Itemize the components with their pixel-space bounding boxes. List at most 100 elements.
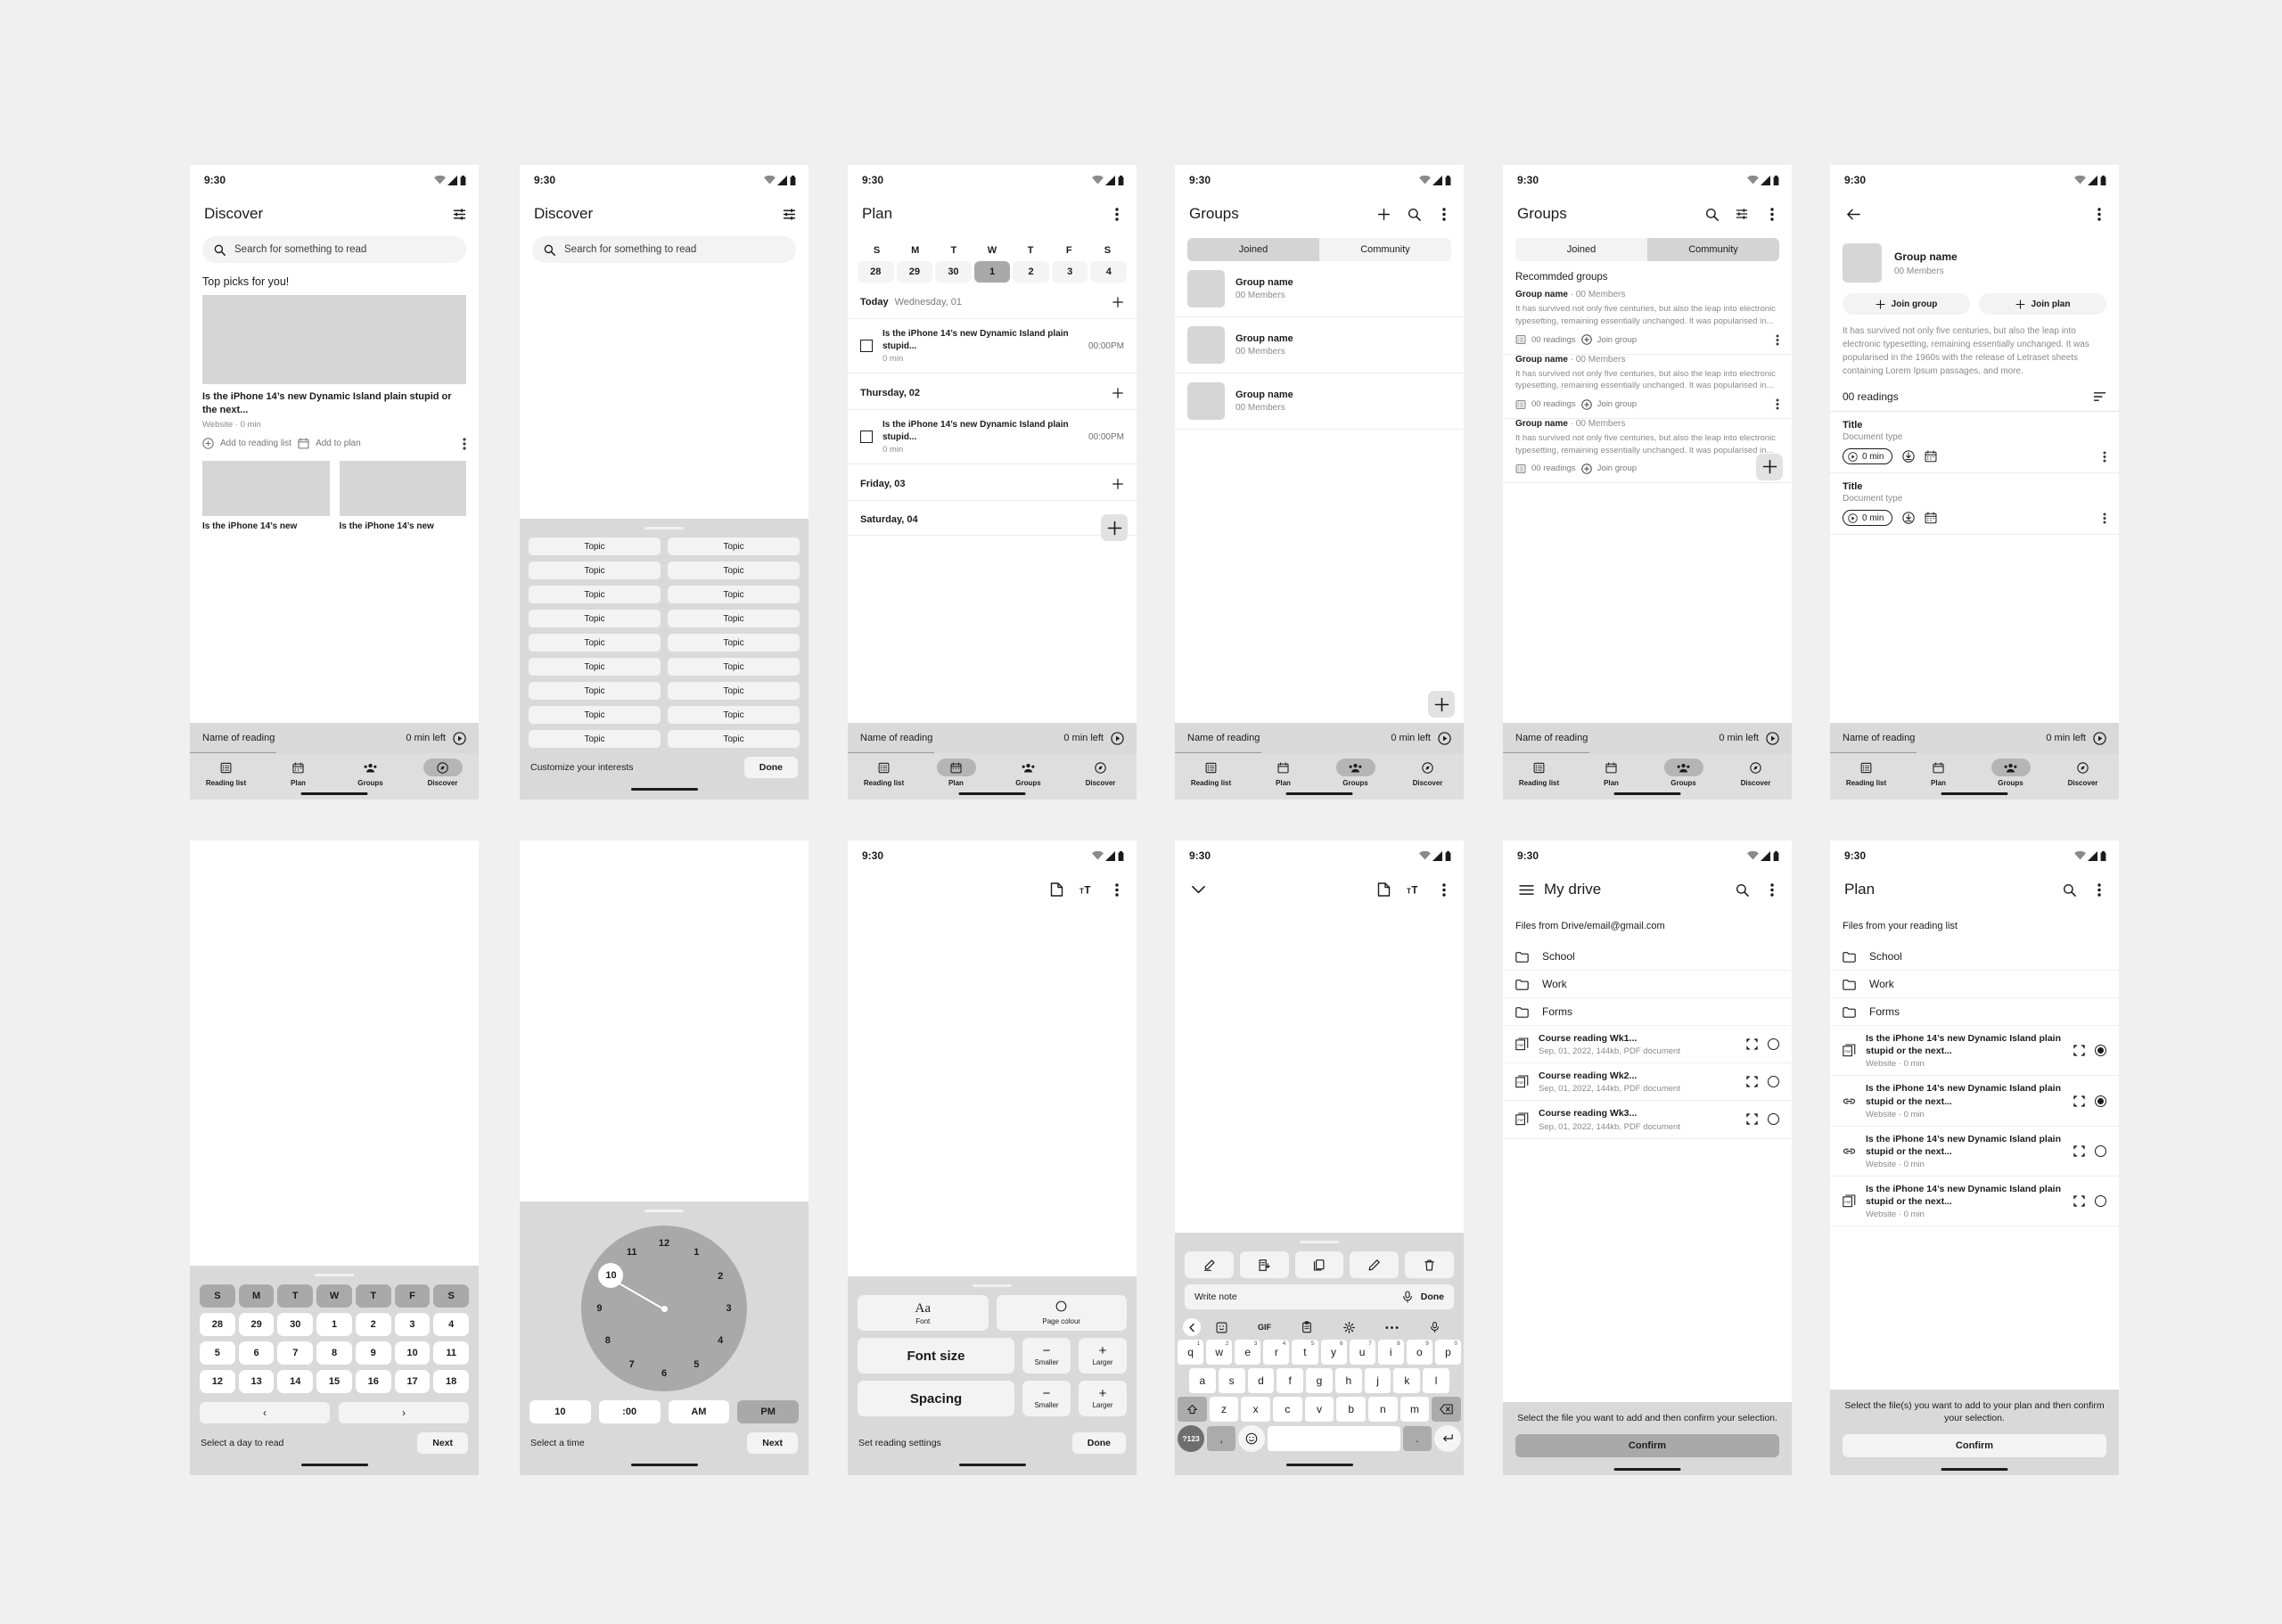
community-card[interactable]: Group name · 00 Members It has survived … [1503,290,1792,355]
file-row[interactable]: PDF Course reading Wk2... Sep, 01, 2022,… [1503,1063,1792,1102]
file-select-radio-selected[interactable] [2095,1045,2106,1057]
key[interactable]: b [1336,1397,1367,1422]
shift-key[interactable] [1177,1397,1207,1422]
document-icon[interactable] [1047,881,1065,898]
topic-chip[interactable]: Topic [529,562,661,579]
spacing-increase-button[interactable]: + Larger [1079,1381,1127,1416]
more-icon[interactable] [1371,1325,1414,1330]
clock-number[interactable]: 7 [629,1359,635,1370]
topic-chip[interactable]: Topic [668,730,800,748]
sidebar-item-groups[interactable]: Groups [992,759,1064,787]
sidebar-item-groups[interactable]: Groups [334,759,406,787]
expand-icon[interactable] [2073,1045,2085,1056]
back-arrow-icon[interactable] [1844,205,1862,223]
sidebar-item-plan[interactable]: Plan [1575,759,1647,787]
calendar-icon[interactable] [298,438,309,449]
mic-icon[interactable] [1413,1321,1456,1333]
expand-icon[interactable] [2073,1145,2085,1157]
reading-row[interactable]: Title Document type 0 min [1830,473,2119,535]
community-card[interactable]: Group name · 00 Members It has survived … [1503,355,1792,420]
clipboard-icon[interactable] [1285,1321,1328,1333]
date-cell[interactable]: 29 [238,1313,275,1336]
sticker-icon[interactable] [1201,1322,1244,1333]
add-circle-icon[interactable] [1580,334,1592,345]
key[interactable]: n [1368,1397,1398,1422]
tab-community[interactable]: Community [1319,238,1451,261]
key[interactable]: x [1241,1397,1270,1422]
sort-icon[interactable] [2093,391,2106,402]
sidebar-item-reading-list[interactable]: Reading list [1503,759,1575,787]
file-row[interactable]: Is the iPhone 14’s new Dynamic Island pl… [1830,1127,2119,1177]
topic-chip[interactable]: Topic [668,682,800,700]
clock-number[interactable]: 2 [718,1271,723,1282]
add-icon[interactable] [1112,296,1124,308]
font-button[interactable]: Aa Font [858,1295,989,1331]
file-row[interactable]: PDF Is the iPhone 14’s new Dynamic Islan… [1830,1026,2119,1077]
key[interactable]: 7u [1349,1340,1375,1365]
clock-number[interactable]: 9 [596,1303,602,1314]
clock-number[interactable]: 11 [627,1247,637,1258]
gif-label[interactable]: GIF [1244,1323,1286,1332]
clock-number[interactable]: 3 [726,1303,731,1314]
clock-number[interactable]: 1 [694,1247,699,1258]
text-size-icon[interactable]: TT [1078,881,1096,898]
next-button[interactable]: Next [747,1432,798,1454]
add-to-plan-label[interactable]: Add to plan [316,439,361,448]
reading-row[interactable]: Title Document type 0 min [1830,412,2119,473]
sidebar-item-groups[interactable]: Groups [1319,759,1391,787]
key[interactable]: s [1218,1368,1245,1393]
topic-chip[interactable]: Topic [529,658,661,676]
search-icon[interactable] [2060,881,2078,898]
key[interactable]: f [1276,1368,1304,1393]
date-cell[interactable]: 30 [277,1313,314,1336]
sidebar-item-plan[interactable]: Plan [262,759,334,787]
overflow-menu-icon[interactable] [1763,205,1781,223]
group-row[interactable]: Group name 00 Members [1175,373,1464,430]
hamburger-menu-icon[interactable] [1517,881,1535,898]
clock-number[interactable]: 8 [605,1335,611,1346]
folder-row[interactable]: Work [1830,971,2119,998]
hour-field[interactable]: 10 [529,1400,591,1423]
add-to-reading-list-label[interactable]: Add to reading list [220,439,291,448]
key[interactable]: 9o [1406,1340,1432,1365]
calendar-icon[interactable] [1925,450,1937,463]
topic-chip[interactable]: Topic [668,537,800,555]
key[interactable]: 1q [1178,1340,1204,1365]
comma-key[interactable]: , [1207,1426,1236,1451]
file-select-radio[interactable] [1768,1076,1779,1088]
next-month-button[interactable]: › [339,1402,469,1423]
confirm-button[interactable]: Confirm [1843,1434,2106,1457]
key[interactable]: c [1273,1397,1302,1422]
topic-chip[interactable]: Topic [529,706,661,724]
key[interactable]: 2w [1206,1340,1233,1365]
date-cell[interactable]: 28 [858,261,894,283]
symbols-key[interactable]: ?123 [1178,1425,1204,1452]
key[interactable]: 8i [1377,1340,1404,1365]
key[interactable]: 3e [1235,1340,1261,1365]
play-icon[interactable] [1438,731,1451,745]
chevron-down-icon[interactable] [1189,881,1207,898]
plan-item[interactable]: Is the iPhone 14’s new Dynamic Island pl… [848,410,1137,464]
key[interactable]: z [1209,1397,1239,1422]
overflow-menu-icon[interactable] [1776,398,1779,410]
file-row[interactable]: PDF Is the iPhone 14’s new Dynamic Islan… [1830,1177,2119,1227]
topic-chip[interactable]: Topic [668,706,800,724]
duration-chip[interactable]: 0 min [1843,510,1893,526]
sidebar-item-groups[interactable]: Groups [1974,759,2047,787]
text-size-icon[interactable]: TT [1405,881,1423,898]
sheet-grabber[interactable] [644,527,684,529]
overflow-menu-icon[interactable] [2103,513,2106,524]
gear-icon[interactable] [1328,1321,1371,1333]
sidebar-item-plan[interactable]: Plan [1247,759,1319,787]
font-size-decrease-button[interactable]: − Smaller [1022,1338,1071,1374]
topic-chip[interactable]: Topic [668,586,800,603]
done-button[interactable]: Done [743,757,798,778]
date-cell[interactable]: 10 [394,1341,431,1365]
folder-row[interactable]: Forms [1830,998,2119,1026]
back-chevron-icon[interactable] [1183,1318,1201,1336]
sidebar-item-reading-list[interactable]: Reading list [1830,759,1902,787]
overflow-menu-icon[interactable] [1108,881,1126,898]
key[interactable]: m [1400,1397,1430,1422]
download-icon[interactable] [1902,512,1916,524]
group-row[interactable]: Group name 00 Members [1175,261,1464,317]
